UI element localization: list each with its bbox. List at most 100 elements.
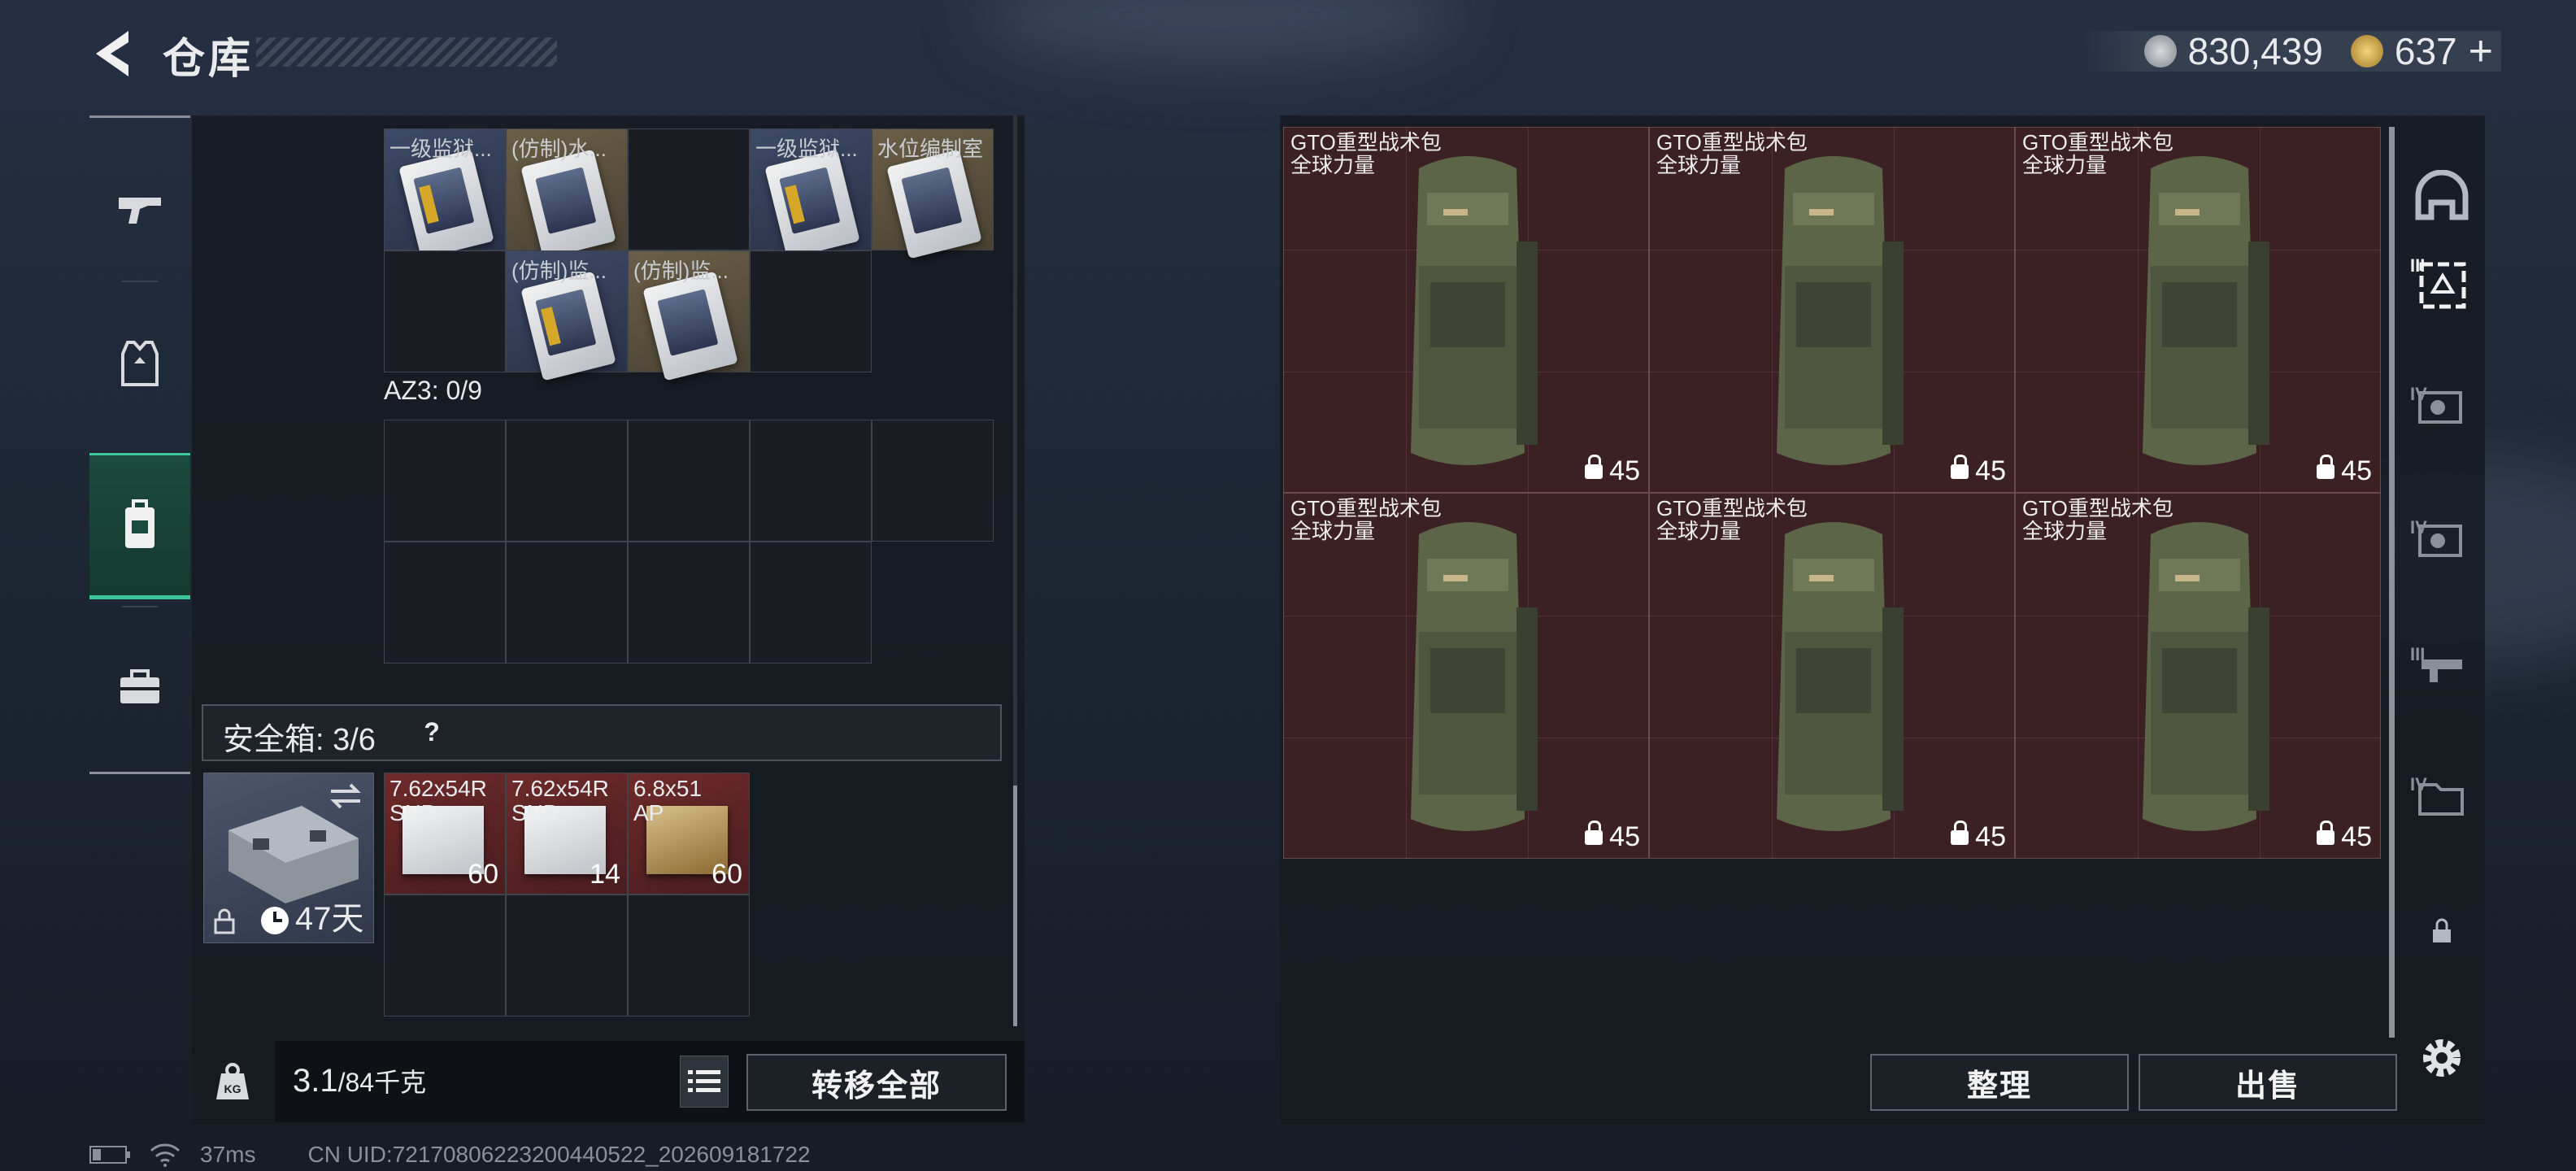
- empty-slot[interactable]: [628, 542, 750, 664]
- backpack-capacity: 45: [1951, 454, 2006, 487]
- transfer-all-button[interactable]: 转移全部: [746, 1054, 1007, 1111]
- helmet-icon: [2415, 170, 2469, 220]
- backpack-name: GTO重型战术包 全球力量: [1290, 130, 1442, 177]
- silver-amount: 830,439: [2187, 30, 2323, 72]
- backpack-capacity: 45: [2317, 454, 2372, 487]
- empty-slot[interactable]: [750, 542, 872, 664]
- keycard-image: [398, 149, 494, 259]
- empty-slot[interactable]: [384, 420, 506, 542]
- swap-icon[interactable]: [328, 781, 363, 811]
- filter-helmet[interactable]: [2405, 151, 2478, 241]
- backpack-name: GTO重型战术包 全球力量: [2022, 130, 2174, 177]
- backpack-icon: [125, 499, 154, 548]
- backpack-grid: GTO重型战术包 全球力量 45 GTO重型战术包 全球力量 45 GTO重型战术包 全球力量…: [1283, 127, 2382, 859]
- backpack-item[interactable]: GTO重型战术包 全球力量 45: [1283, 493, 1649, 859]
- empty-slot[interactable]: [628, 895, 750, 1016]
- ammo-label: 7.62x54R SNB: [511, 776, 609, 825]
- list-view-button[interactable]: [680, 1056, 729, 1108]
- backpack-name: GTO重型战术包 全球力量: [2022, 496, 2174, 543]
- clock-icon: [261, 907, 289, 934]
- item-slot[interactable]: 一级监狱...: [750, 128, 872, 259]
- empty-slot[interactable]: [384, 250, 506, 372]
- item-slot[interactable]: 一级监狱...: [384, 128, 506, 259]
- backpack-item[interactable]: GTO重型战术包 全球力量 45: [2015, 493, 2381, 859]
- organize-button[interactable]: 整理: [1870, 1054, 2129, 1111]
- backpack-name: GTO重型战术包 全球力量: [1290, 496, 1442, 543]
- backpack-name: GTO重型战术包 全球力量: [1656, 130, 1808, 177]
- back-arrow-icon: [96, 31, 128, 76]
- toolbox-icon: [120, 669, 159, 703]
- battery-icon: [89, 1146, 130, 1164]
- item-slot[interactable]: (仿制)水...: [506, 128, 628, 259]
- item-slot[interactable]: 水位编制室: [872, 128, 994, 259]
- wifi-icon: [150, 1143, 181, 1167]
- ammo-slot[interactable]: 6.8x51 AP 60: [628, 773, 750, 895]
- filter-tier4-c[interactable]: IV: [2405, 753, 2478, 842]
- status-footer: 37ms CN UID:72170806223200440522_2026091…: [89, 1142, 811, 1168]
- keycard-image: [886, 149, 982, 259]
- capacity-icon: [1951, 454, 1969, 479]
- item-label: 一级监狱...: [755, 137, 858, 161]
- gold-coin-icon: [2350, 35, 2383, 67]
- title-decoration: [256, 37, 557, 67]
- az3-container-label: AZ3: 0/9: [384, 376, 482, 405]
- ammo-slot[interactable]: 7.62x54R SNB 60: [384, 773, 506, 895]
- empty-slot[interactable]: [506, 420, 628, 542]
- empty-slot[interactable]: [750, 420, 872, 542]
- item-slot[interactable]: (仿制)监...: [506, 250, 628, 381]
- capacity-icon: [1585, 454, 1603, 479]
- empty-slot[interactable]: [628, 128, 750, 250]
- armor-vest-icon: [121, 341, 159, 386]
- settings-button[interactable]: [2405, 1013, 2478, 1103]
- backpack-item[interactable]: GTO重型战术包 全球力量 45: [1649, 127, 2015, 493]
- ammo-count: 14: [590, 859, 620, 890]
- gear-icon: [2423, 1039, 2461, 1077]
- weight-icon: KG: [216, 1063, 249, 1099]
- lock-filter[interactable]: [2405, 886, 2478, 976]
- safebox-label: 安全箱: 3/6: [223, 723, 376, 757]
- backpack-name: GTO重型战术包 全球力量: [1656, 496, 1808, 543]
- item-label: (仿制)监...: [511, 259, 607, 283]
- nav-armor[interactable]: [89, 290, 190, 437]
- keycard-image: [520, 271, 616, 381]
- back-button[interactable]: [88, 26, 137, 81]
- safebox-help-button[interactable]: ?: [413, 714, 450, 750]
- backpack-capacity: 45: [1951, 820, 2006, 853]
- filter-tier4-b[interactable]: IV: [2405, 496, 2478, 586]
- safebox-case[interactable]: 47天: [203, 773, 374, 943]
- empty-slot[interactable]: [872, 420, 994, 542]
- item-slot[interactable]: (仿制)监...: [628, 250, 750, 381]
- item-label: (仿制)监...: [633, 259, 729, 283]
- capacity-icon: [1951, 820, 1969, 845]
- add-currency-button[interactable]: +: [2469, 27, 2493, 76]
- stash-scroll-thumb[interactable]: [1013, 786, 1017, 1026]
- backpack-image: [1411, 522, 1538, 831]
- backpack-scrollbar[interactable]: [2389, 127, 2395, 1038]
- nav-tools[interactable]: [89, 614, 190, 760]
- empty-slot[interactable]: [750, 250, 872, 372]
- backpack-item[interactable]: GTO重型战术包 全球力量 45: [2015, 127, 2381, 493]
- backpack-capacity: 45: [1585, 454, 1640, 487]
- weight-indicator: KG: [192, 1041, 273, 1122]
- filter-tier3-backpack[interactable]: III: [2405, 241, 2478, 330]
- empty-slot[interactable]: [628, 420, 750, 542]
- backpack-image: [1411, 156, 1538, 465]
- list-icon: [688, 1070, 720, 1092]
- empty-slot[interactable]: [384, 895, 506, 1016]
- empty-slot[interactable]: [384, 542, 506, 664]
- nav-backpack[interactable]: [89, 453, 190, 599]
- backpack-item[interactable]: GTO重型战术包 全球力量 45: [1283, 127, 1649, 493]
- empty-slot[interactable]: [506, 542, 628, 664]
- sell-button[interactable]: 出售: [2139, 1054, 2397, 1111]
- backpack-image: [2143, 156, 2269, 465]
- capacity-icon: [2317, 454, 2335, 479]
- empty-slot[interactable]: [506, 895, 628, 1016]
- backpack-item[interactable]: GTO重型战术包 全球力量 45: [1649, 493, 2015, 859]
- category-nav: [89, 115, 190, 774]
- ping-readout: 37ms: [200, 1142, 256, 1167]
- keycard-image: [642, 271, 738, 381]
- filter-tier4-a[interactable]: IV: [2405, 363, 2478, 452]
- ammo-slot[interactable]: 7.62x54R SNB 14: [506, 773, 628, 895]
- filter-tier3-b[interactable]: III: [2405, 623, 2478, 712]
- nav-weapons[interactable]: [89, 136, 190, 282]
